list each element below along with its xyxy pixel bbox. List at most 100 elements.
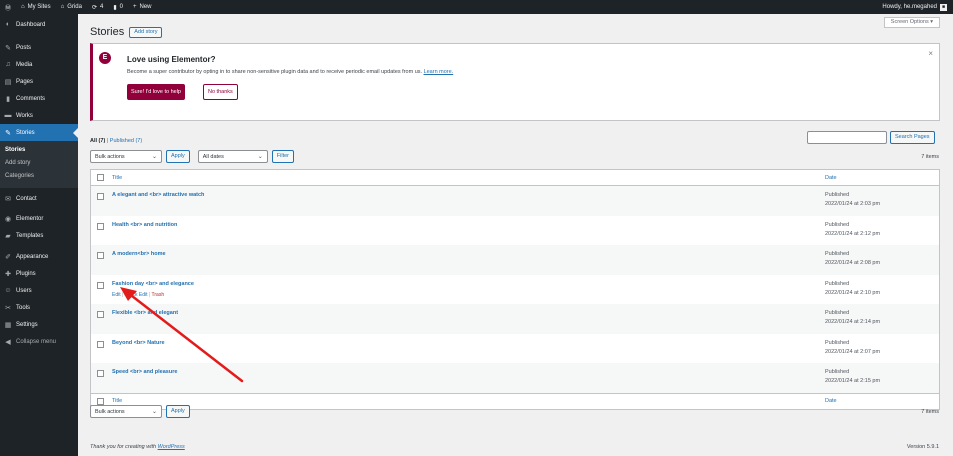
table-row: Flexible <br> and elegant Published 2022/… [91,304,939,334]
row-checkbox[interactable] [97,370,104,377]
submenu-item-add-story[interactable]: Add story [0,157,78,170]
filter-button[interactable]: Filter [271,150,294,163]
sidebar-item-label: Templates [16,232,44,239]
trash-link[interactable]: Trash [152,292,165,298]
row-checkbox[interactable] [97,193,104,200]
wordpress-link[interactable]: WordPress [158,444,185,450]
sidebar-item-media[interactable]: ♫ Media [0,56,78,73]
bulk-actions-select[interactable]: Bulk actions ⌄ [90,150,162,163]
my-sites-label: My Sites [27,4,51,10]
row-status: Published [825,192,850,198]
updates-menu[interactable]: ⟳ 4 [87,0,108,14]
row-date: Published 2022/01/24 at 2:03 pm [825,191,880,209]
add-story-button[interactable]: Add story [129,26,163,38]
story-title-link[interactable]: A modern<br> home [112,251,166,257]
new-content-menu[interactable]: + New [128,0,157,14]
bulk-actions-select[interactable]: Bulk actions ⌄ [90,405,162,418]
submenu-item-stories[interactable]: Stories [0,144,78,157]
new-label: New [139,4,152,10]
site-name-menu[interactable]: ⌂ Grida [56,0,87,14]
tablenav-bottom: Bulk actions ⌄ Apply [90,405,190,418]
updates-icon: ⟳ [91,4,97,11]
sidebar-item-pages[interactable]: ▤ Pages [0,73,78,90]
table-row: Health <br> and nutrition Published 2022/… [91,216,939,246]
sidebar-item-label: Stories [16,129,35,136]
date-filter-select[interactable]: All dates ⌄ [197,150,268,163]
filter-published-link[interactable]: Published (7) [110,138,142,144]
sidebar-item-label: Elementor [16,215,44,222]
story-title-link[interactable]: Flexible <br> and elegant [112,310,178,316]
story-title-link[interactable]: A elegant and <br> attractive watch [112,192,204,198]
sidebar-item-plugins[interactable]: ✚ Plugins [0,265,78,282]
wordpress-logo-menu[interactable]: Ⓦ [0,0,16,14]
sidebar-item-label: Appearance [16,253,49,260]
footer-thanks: Thank you for creating with WordPress [90,444,185,450]
elementor-notice: E Love using Elementor? Become a super c… [90,43,940,121]
story-title-link[interactable]: Health <br> and nutrition [112,222,177,228]
sidebar-item-users[interactable]: ☺ Users [0,282,78,299]
row-checkbox[interactable] [97,281,104,289]
collapse-icon: ◀ [5,338,11,346]
sidebar-item-elementor[interactable]: ◉ Elementor [0,210,78,227]
search-pages-button[interactable]: Search Pages [890,131,935,144]
sidebar-item-label: Users [16,287,32,294]
pages-icon: ▤ [4,78,12,86]
learn-more-link[interactable]: Learn more. [424,69,454,75]
filter-all-link[interactable]: All (7) [90,138,105,144]
edit-link[interactable]: Edit [112,292,121,298]
quick-edit-link[interactable]: Quick Edit [125,292,148,298]
sidebar-item-appearance[interactable]: ✐ Appearance [0,248,78,265]
story-title-link[interactable]: Beyond <br> Nature [112,340,165,346]
opt-in-button[interactable]: Sure! I'd love to help [127,84,185,100]
howdy-label: Howdy, he.megahed [882,4,937,10]
column-title-header[interactable]: Title [112,175,122,181]
search-input[interactable] [807,131,887,144]
sidebar-item-posts[interactable]: ✎ Posts [0,39,78,56]
apply-button[interactable]: Apply [166,150,190,163]
column-date-footer[interactable]: Date [825,398,837,404]
sidebar-item-comments[interactable]: ▮ Comments [0,90,78,107]
folder-icon: ▰ [5,232,11,240]
row-date: Published 2022/01/24 at 2:14 pm [825,309,880,327]
sidebar-item-templates[interactable]: ▰ Templates [0,227,78,244]
my-sites-menu[interactable]: ⌂ My Sites [16,0,56,14]
stories-submenu: Stories Add story Categories [0,141,78,188]
site-name-label: Grida [67,4,82,10]
plugin-icon: ✚ [5,270,11,278]
sidebar-item-label: Settings [16,321,38,328]
story-title-link[interactable]: Speed <br> and pleasure [112,369,177,375]
comments-icon: ▮ [113,4,117,11]
no-thanks-button[interactable]: No thanks [203,84,238,100]
date-filter-value: All dates [202,153,224,160]
apply-button[interactable]: Apply [166,405,190,418]
comments-menu[interactable]: ▮ 0 [108,0,128,14]
sidebar-item-tools[interactable]: ✂ Tools [0,299,78,316]
dismiss-notice-icon[interactable]: × [928,49,933,58]
select-all-checkbox[interactable] [97,174,104,181]
sidebar-item-dashboard[interactable]: ◐ Dashboard [0,16,78,33]
column-date-header[interactable]: Date [825,175,837,181]
row-datetime: 2022/01/24 at 2:15 pm [825,378,881,384]
row-checkbox[interactable] [97,252,104,259]
elementor-logo-icon: E [99,52,111,64]
row-checkbox[interactable] [97,340,104,348]
row-status: Published [825,280,850,287]
select-all-checkbox[interactable] [97,397,104,405]
row-status: Published [825,339,850,346]
screen-options-button[interactable]: Screen Options ▾ [883,17,940,28]
notice-body: Become a super contributor by opting in … [127,69,423,75]
column-title-footer[interactable]: Title [112,398,122,404]
row-checkbox[interactable] [97,311,104,318]
row-checkbox[interactable] [97,222,104,230]
sidebar-item-settings[interactable]: ▦ Settings [0,316,78,333]
table-header: Title Date [91,170,939,186]
account-menu[interactable]: Howdy, he.megahed ■ [882,3,953,11]
submenu-item-categories[interactable]: Categories [0,170,78,183]
sidebar-item-works[interactable]: ▬ Works [0,107,78,124]
table-row: A modern<br> home Published 2022/01/24 at… [91,245,939,275]
sidebar-item-stories[interactable]: ✎ Stories [0,124,78,141]
story-title-link[interactable]: Fashion day <br> and elegance [112,281,194,287]
comment-icon: ▮ [6,95,10,103]
sidebar-item-contact[interactable]: ✉ Contact [0,190,78,207]
collapse-menu-button[interactable]: ◀ Collapse menu [0,333,78,350]
